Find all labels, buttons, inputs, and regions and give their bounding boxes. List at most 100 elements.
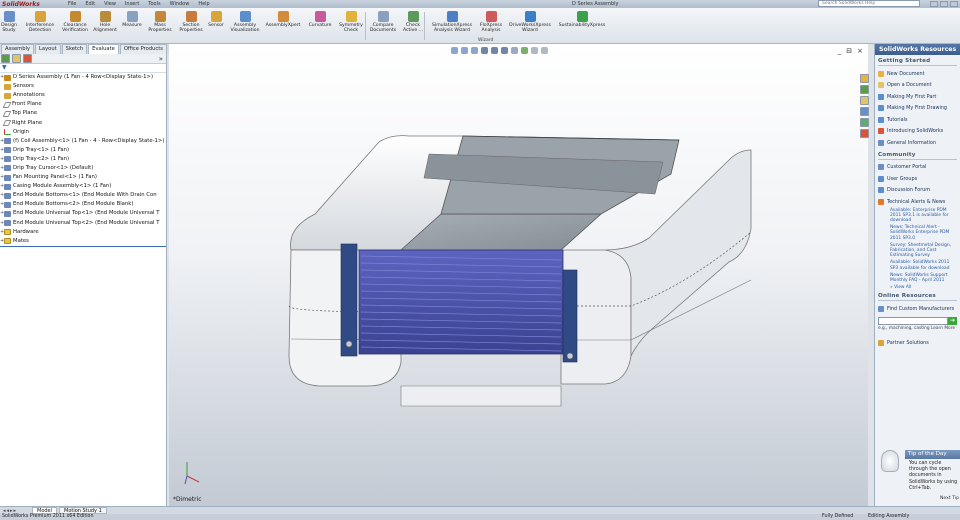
file-explorer-tab-icon[interactable] — [860, 96, 869, 105]
news-item[interactable]: Available: Enterprise PDM 2011 SP3.1 is … — [878, 208, 957, 224]
go-arrow-button[interactable]: ➔ — [948, 316, 957, 325]
view-all-link[interactable]: » View All — [878, 285, 957, 290]
getting-started-link[interactable]: Open a Document — [878, 80, 957, 92]
tree-item[interactable]: + Casing Module Assembly<1> (1 Fan) — [0, 182, 166, 191]
news-item[interactable]: News: SolidWorks Support Monthly FAQ - A… — [878, 273, 957, 283]
section-icon — [185, 11, 197, 22]
getting-started-link[interactable]: Making My First Drawing — [878, 103, 957, 115]
getting-started-link[interactable]: New Document — [878, 68, 957, 80]
solidworks-logo[interactable]: SolidWorks — [0, 1, 58, 8]
expand-panel-icon[interactable]: » — [159, 55, 163, 63]
community-link[interactable]: User Groups — [878, 173, 957, 185]
tree-item[interactable]: + End Module Universal Top<2> (End Module… — [0, 219, 166, 228]
compare-button[interactable]: Compare Documents — [369, 11, 397, 33]
propertymanager-icon[interactable] — [12, 54, 21, 63]
tree-item[interactable]: + Drip Tray<1> (1 Fan) — [0, 146, 166, 155]
tree-item[interactable]: Top Plane — [0, 109, 166, 118]
find-manufacturers-link[interactable]: Find Custom Manufacturers — [878, 303, 957, 315]
manufacturer-search-input[interactable] — [878, 316, 949, 325]
tree-item[interactable]: + Hardware — [0, 228, 166, 237]
help-search-input[interactable]: Search SolidWorks Help — [818, 0, 920, 7]
link-label: Technical Alerts & News — [887, 198, 946, 205]
hole-button[interactable]: Hole Alignment — [93, 11, 117, 33]
tree-item[interactable]: + (f) Coil Assembly<1> (1 Fan - 4 - Row<D… — [0, 137, 166, 146]
interference-button[interactable]: Interference Detection — [23, 11, 57, 33]
visualization-button[interactable]: Assembly Visualization — [229, 11, 261, 33]
tree-item[interactable]: Annotations — [0, 91, 166, 100]
menu-help[interactable]: Help — [198, 1, 209, 7]
tree-item[interactable]: + End Module Bottoms<1> (End Module With … — [0, 191, 166, 200]
tab-evaluate[interactable]: Evaluate — [88, 44, 119, 54]
tree-item[interactable]: + Drip Tray<2> (1 Fan) — [0, 155, 166, 164]
close-button[interactable] — [950, 1, 958, 7]
driveworks-button[interactable]: DriveWorksXpress Wizard — [507, 11, 553, 33]
simxpress-button[interactable]: SimulationXpress Analysis Wizard — [430, 11, 474, 33]
tab-model[interactable]: Model — [32, 507, 58, 514]
tree-item[interactable]: + Mates — [0, 237, 166, 246]
getting-started-link[interactable]: Tutorials — [878, 114, 957, 126]
getting-started-link[interactable]: Introducing SolidWorks — [878, 126, 957, 138]
configurationmanager-icon[interactable] — [23, 54, 32, 63]
tab-layout[interactable]: Layout — [35, 44, 61, 54]
tree-item[interactable]: Origin — [0, 128, 166, 137]
tab-office-products[interactable]: Office Products — [119, 44, 168, 54]
partner-solutions-link[interactable]: Partner Solutions — [878, 337, 957, 349]
menu-tools[interactable]: Tools — [148, 1, 160, 7]
community-link[interactable]: Customer Portal — [878, 162, 957, 174]
news-item[interactable]: Survey: Sheetmetal Design, Fabrication, … — [878, 243, 957, 259]
ribbon-button-label: Interference Detection — [25, 23, 55, 33]
comp-icon — [4, 174, 11, 181]
coil-assembly[interactable] — [340, 243, 578, 363]
rollback-bar[interactable] — [0, 245, 166, 247]
curvature-button[interactable]: Curvature — [306, 11, 334, 28]
filter-icon[interactable]: ▼ — [0, 64, 166, 73]
assembly-model[interactable] — [169, 44, 868, 506]
next-tip-link[interactable]: Next Tip — [940, 496, 959, 501]
mass-button[interactable]: Mass Properties — [148, 11, 172, 33]
tree-item[interactable]: + D Series Assembly (1 Fan - 4 Row<Displa… — [0, 73, 166, 82]
tree-item[interactable]: Front Plane — [0, 100, 166, 109]
featuremanager-icon[interactable] — [1, 54, 10, 63]
design-library-tab-icon[interactable] — [860, 85, 869, 94]
community-link[interactable]: Technical Alerts & News — [878, 196, 957, 208]
tree-item[interactable]: + Drip Tray Cursor<1> (Default) — [0, 164, 166, 173]
design-study-button[interactable]: Design Study — [0, 11, 18, 33]
tree-item[interactable]: + End Module Universal Top<1> (End Module… — [0, 209, 166, 218]
news-item[interactable]: Available: SolidWorks 2011 SP3 available… — [878, 260, 957, 270]
view-palette-tab-icon[interactable] — [860, 107, 869, 116]
getting-started-link[interactable]: General Information — [878, 137, 957, 149]
floxpress-button[interactable]: FloXpress Analysis — [478, 11, 504, 33]
tree-item[interactable]: Sensors — [0, 82, 166, 91]
appearances-tab-icon[interactable] — [860, 118, 869, 127]
measure-button[interactable]: Measure — [121, 11, 143, 28]
check-button[interactable]: Check Active ... — [401, 11, 425, 33]
menu-edit[interactable]: Edit — [85, 1, 95, 7]
menu-insert[interactable]: Insert — [125, 1, 139, 7]
resources-tab-icon[interactable] — [860, 74, 869, 83]
tab-scroll-arrows[interactable]: ◂◂▸▸ — [0, 508, 30, 514]
minimize-button[interactable] — [930, 1, 938, 7]
tab-sketch[interactable]: Sketch — [61, 44, 88, 54]
tree-item[interactable]: Right Plane — [0, 118, 166, 127]
tree-item[interactable]: + End Module Bottoms<2> (End Module Blank… — [0, 200, 166, 209]
tree-item[interactable]: + Fan Mounting Panel<1> (1 Fan) — [0, 173, 166, 182]
assemblyxpert-button[interactable]: AssemblyXpert — [264, 11, 302, 28]
community-link[interactable]: Discussion Forum — [878, 185, 957, 197]
sensor-button[interactable]: Sensor — [206, 11, 226, 28]
tab-motion-study[interactable]: Motion Study 1 — [59, 507, 107, 514]
menu-view[interactable]: View — [104, 1, 116, 7]
getting-started-link[interactable]: Making My First Part — [878, 91, 957, 103]
tab-assembly[interactable]: Assembly — [1, 44, 35, 54]
menu-window[interactable]: Window — [170, 1, 190, 7]
graphics-area[interactable]: _ ⊟ × *Dimetric — [169, 44, 868, 506]
clearance-button[interactable]: Clearance Verification — [60, 11, 90, 33]
maximize-button[interactable] — [940, 1, 948, 7]
tree-item-label: Right Plane — [12, 119, 43, 126]
menu-file[interactable]: File — [68, 1, 76, 7]
news-item[interactable]: News: Technical Alert - SolidWorks Enter… — [878, 225, 957, 241]
custom-properties-tab-icon[interactable] — [860, 129, 869, 138]
symmetry-button[interactable]: Symmetry Check — [337, 11, 365, 33]
compare-icon — [377, 11, 389, 22]
sustainability-button[interactable]: SustainabilityXpress — [556, 11, 608, 28]
section-button[interactable]: Section Properties — [178, 11, 204, 33]
